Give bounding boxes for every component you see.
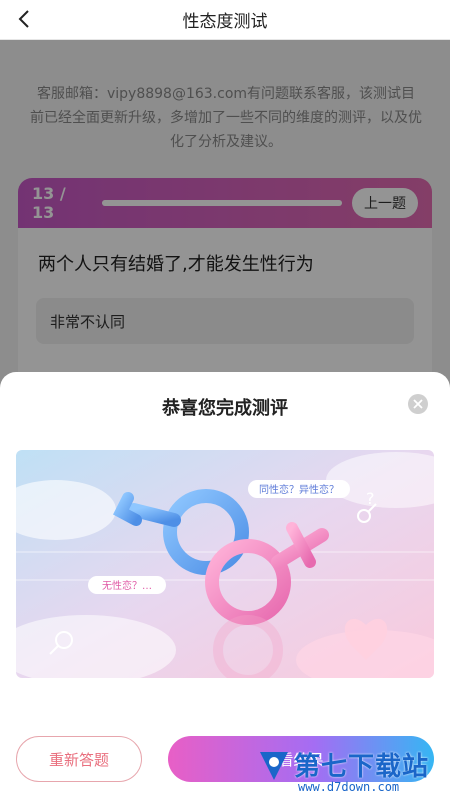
watermark-url: www.d7down.com	[298, 780, 400, 794]
bubble-text-1: 同性恋？异性恋？	[259, 483, 339, 496]
retry-button[interactable]: 重新答题	[16, 736, 142, 782]
close-button[interactable]	[408, 394, 428, 414]
bubble-text-2: 无性恋？…	[102, 579, 152, 592]
close-icon	[413, 399, 423, 409]
modal-title: 恭喜您完成测评	[162, 398, 288, 419]
watermark: 第七下载站 www.d7down.com	[256, 742, 446, 800]
gender-symbols-illustration: 同性恋？异性恋？ 无性恋？… ?	[16, 450, 434, 678]
back-button[interactable]	[14, 8, 36, 30]
bubble-text-3: ?	[366, 489, 375, 508]
nav-bar: 性态度测试	[0, 0, 450, 40]
watermark-logo-icon	[260, 752, 288, 780]
chevron-left-icon	[18, 10, 29, 28]
watermark-text: 第七下载站	[294, 752, 430, 782]
screen: 性态度测试 客服邮箱：vipy8898@163.com有问题联系客服，该测试目前…	[0, 0, 450, 800]
completion-modal: 恭喜您完成测评 同性恋？异性恋？ 无性恋？… ? 重新答题 看结果	[0, 372, 450, 800]
page-title: 性态度测试	[182, 12, 268, 32]
result-banner: 同性恋？异性恋？ 无性恋？… ?	[16, 450, 434, 678]
